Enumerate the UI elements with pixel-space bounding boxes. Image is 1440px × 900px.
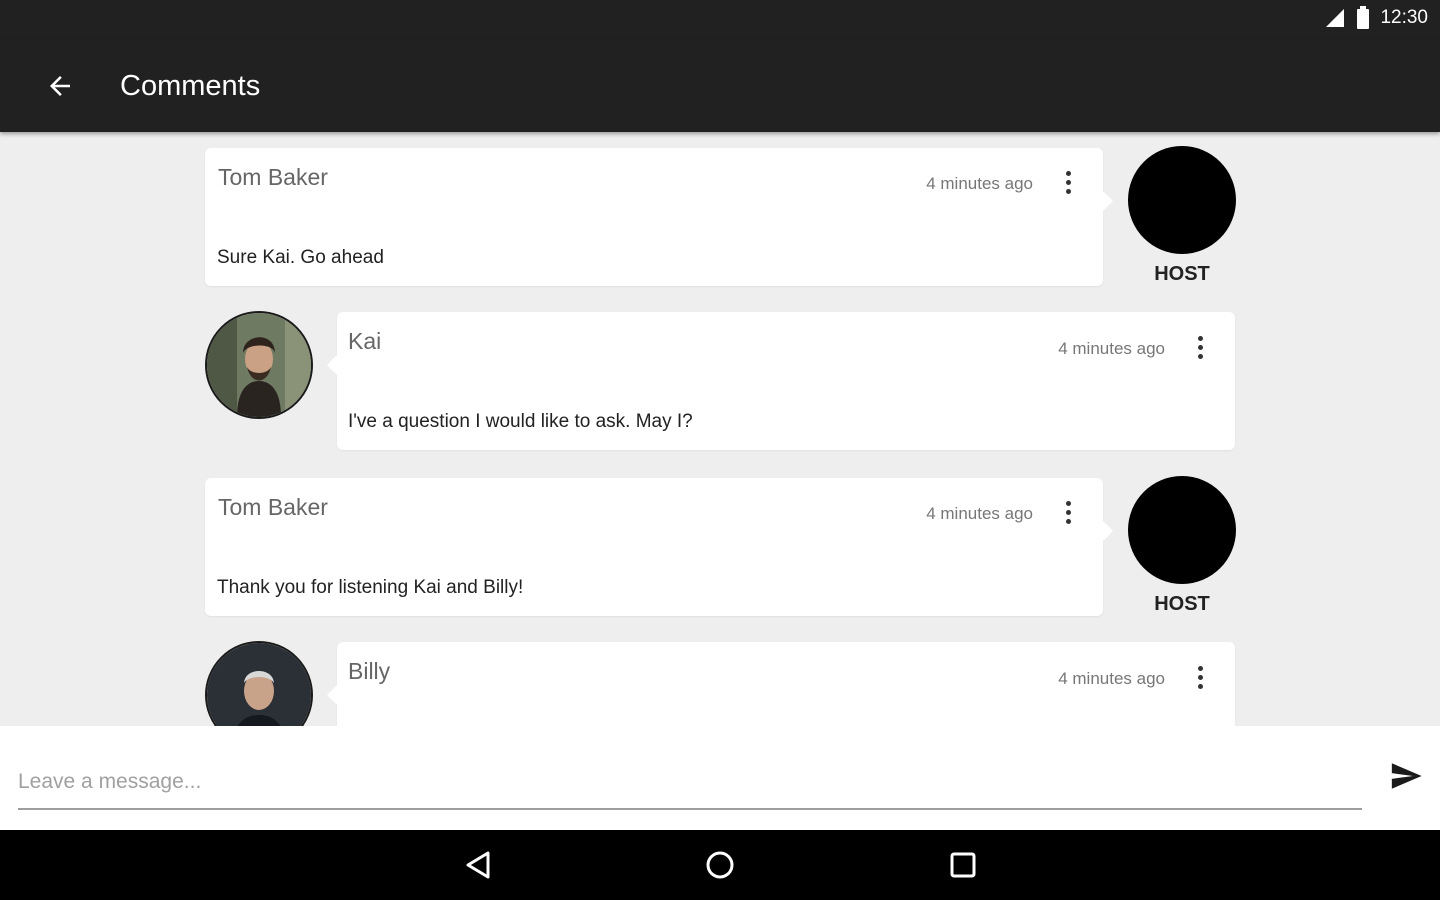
comment-author: Tom Baker — [218, 494, 328, 520]
more-vert-dot — [1197, 353, 1203, 359]
nav-recents-icon — [950, 852, 976, 878]
arrow-back-icon — [50, 76, 70, 96]
status-time: 12:30 — [1380, 7, 1428, 28]
comment-author: Billy — [348, 658, 391, 684]
avatar-photo — [207, 313, 311, 417]
avatar-billy[interactable] — [205, 641, 313, 726]
comment-time: 4 minutes ago — [926, 174, 1033, 193]
comments-list[interactable]: Tom Baker 4 minutes ago Sure Kai. Go ahe… — [0, 132, 1440, 726]
more-vert-icon — [1197, 665, 1203, 671]
bubble-tail — [327, 684, 338, 706]
bubble-tail — [327, 354, 338, 376]
nav-back-button[interactable] — [454, 842, 502, 888]
comment-menu-button[interactable] — [1186, 331, 1214, 363]
signal-icon — [1326, 9, 1345, 27]
comment-author: Tom Baker — [218, 164, 328, 190]
nav-recents-button[interactable] — [939, 842, 987, 888]
comment-card: Tom Baker 4 minutes ago Thank you for li… — [205, 478, 1113, 616]
page-title: Comments — [120, 70, 261, 102]
app-bar: Comments — [0, 40, 1440, 132]
comment-card: Kai 4 minutes ago I've a question I woul… — [327, 312, 1235, 450]
comment-time: 4 minutes ago — [1058, 339, 1165, 358]
comment-card: Billy 4 minutes ago — [327, 642, 1235, 726]
more-vert-icon — [1197, 335, 1203, 341]
system-nav-bar — [0, 830, 1440, 900]
message-input[interactable] — [18, 756, 1362, 810]
more-vert-dot — [1065, 188, 1071, 194]
comment-author: Kai — [348, 328, 382, 354]
host-badge: HOST — [1154, 263, 1210, 285]
avatar-photo — [207, 643, 311, 726]
send-button[interactable] — [1382, 754, 1430, 798]
comment-menu-button[interactable] — [1186, 661, 1214, 693]
avatar-kai[interactable] — [205, 311, 313, 419]
more-vert-dot — [1197, 674, 1203, 680]
host-avatar[interactable] — [1128, 146, 1236, 254]
more-vert-dot — [1197, 683, 1203, 689]
comment-text: Thank you for listening Kai and Billy! — [217, 577, 524, 598]
comment-card: Tom Baker 4 minutes ago Sure Kai. Go ahe… — [205, 148, 1113, 286]
comment-text: I've a question I would like to ask. May… — [348, 411, 693, 432]
more-vert-icon — [1065, 500, 1071, 506]
nav-back-icon — [466, 851, 490, 879]
comment-time: 4 minutes ago — [926, 504, 1033, 523]
battery-icon — [1357, 6, 1370, 29]
more-vert-dot — [1065, 179, 1071, 185]
more-vert-dot — [1197, 344, 1203, 350]
message-composer — [0, 726, 1440, 830]
status-icons: 12:30 — [1324, 6, 1428, 30]
comment-menu-button[interactable] — [1054, 166, 1082, 198]
comment-time: 4 minutes ago — [1058, 669, 1165, 688]
nav-home-icon — [706, 851, 734, 879]
nav-home-button[interactable] — [696, 842, 744, 888]
more-vert-dot — [1065, 509, 1071, 515]
bubble-tail — [1102, 520, 1113, 542]
status-bar: 12:30 — [0, 0, 1440, 40]
comment-text: Sure Kai. Go ahead — [217, 247, 384, 268]
more-vert-dot — [1065, 518, 1071, 524]
back-button[interactable] — [36, 64, 84, 108]
more-vert-icon — [1065, 170, 1071, 176]
host-badge: HOST — [1154, 593, 1210, 615]
host-avatar[interactable] — [1128, 476, 1236, 584]
bubble-tail — [1102, 190, 1113, 212]
send-icon — [1391, 763, 1422, 789]
comment-menu-button[interactable] — [1054, 496, 1082, 528]
